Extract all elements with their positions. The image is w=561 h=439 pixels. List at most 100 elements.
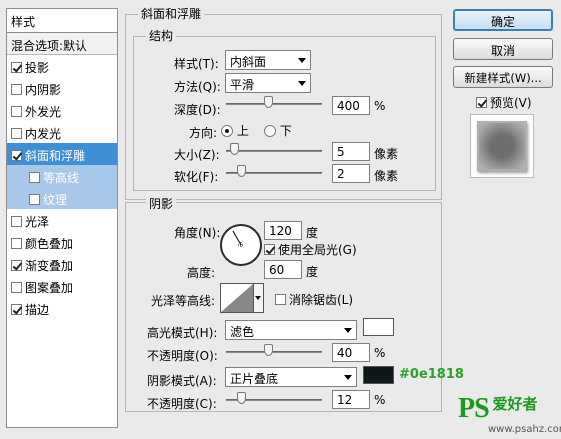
style-item-6[interactable]: 纹理 bbox=[7, 187, 117, 209]
direction-up-label: 上 bbox=[236, 124, 249, 138]
checkbox-icon[interactable] bbox=[11, 84, 22, 95]
depth-slider[interactable] bbox=[226, 103, 322, 105]
style-item-label: 外发光 bbox=[25, 105, 62, 119]
direction-up-radio[interactable]: 上 bbox=[221, 122, 249, 139]
checkbox-icon[interactable] bbox=[11, 216, 22, 227]
checkbox-icon[interactable] bbox=[11, 238, 22, 249]
highlight-opacity-slider[interactable] bbox=[226, 351, 322, 353]
global-light-checkbox[interactable]: 使用全局光(G) bbox=[264, 241, 357, 258]
angle-input[interactable]: 120 bbox=[264, 221, 302, 240]
antialiased-checkbox[interactable]: 消除锯齿(L) bbox=[275, 291, 353, 308]
altitude-unit: 度 bbox=[306, 265, 319, 279]
style-label: 样式(T): bbox=[174, 57, 219, 71]
style-item-label: 图案叠加 bbox=[25, 281, 74, 295]
style-preview-thumbnail bbox=[470, 114, 534, 178]
altitude-label: 高度: bbox=[187, 266, 216, 280]
technique-label: 方法(Q): bbox=[174, 80, 221, 94]
preview-checkbox[interactable]: 预览(V) bbox=[476, 94, 532, 111]
style-item-5[interactable]: 等高线 bbox=[7, 165, 117, 187]
style-item-1[interactable]: 内阴影 bbox=[7, 77, 117, 99]
style-item-8[interactable]: 颜色叠加 bbox=[7, 231, 117, 253]
style-item-7[interactable]: 光泽 bbox=[7, 209, 117, 231]
style-item-10[interactable]: 图案叠加 bbox=[7, 275, 117, 297]
checkbox-icon[interactable] bbox=[11, 282, 22, 293]
structure-title: 结构 bbox=[146, 27, 177, 44]
shading-title: 阴影 bbox=[146, 195, 177, 212]
altitude-input[interactable]: 60 bbox=[264, 260, 302, 279]
checkbox-checked-icon[interactable] bbox=[11, 150, 22, 161]
angle-dial[interactable] bbox=[220, 224, 262, 266]
checkbox-icon[interactable] bbox=[29, 194, 40, 205]
highlight-opacity-input[interactable]: 40 bbox=[332, 343, 370, 362]
contour-curve-icon bbox=[221, 284, 253, 312]
style-item-label: 纹理 bbox=[43, 193, 68, 207]
style-item-label: 颜色叠加 bbox=[25, 237, 74, 251]
depth-label: 深度(D): bbox=[174, 103, 221, 117]
shadow-opacity-input[interactable]: 12 bbox=[332, 390, 370, 409]
checkbox-checked-icon[interactable] bbox=[11, 62, 22, 73]
styles-title[interactable]: 样式 bbox=[7, 9, 117, 33]
style-item-11[interactable]: 描边 bbox=[7, 297, 117, 319]
soften-unit: 像素 bbox=[374, 169, 399, 183]
style-item-label: 内阴影 bbox=[25, 83, 62, 97]
checkbox-checked-icon bbox=[476, 97, 487, 108]
highlight-color-swatch[interactable] bbox=[363, 318, 394, 336]
gloss-contour-dropdown[interactable] bbox=[254, 283, 264, 313]
style-select-value: 内斜面 bbox=[230, 55, 267, 69]
checkbox-checked-icon bbox=[264, 244, 275, 255]
highlight-mode-label: 高光模式(H): bbox=[147, 326, 218, 340]
direction-down-radio[interactable]: 下 bbox=[264, 122, 292, 139]
bevel-group-title: 斜面和浮雕 bbox=[138, 5, 205, 22]
ok-button[interactable]: 确定 bbox=[453, 9, 553, 31]
style-item-label: 光泽 bbox=[25, 215, 50, 229]
cancel-button[interactable]: 取消 bbox=[453, 38, 553, 60]
shadow-mode-select[interactable]: 正片叠底 bbox=[225, 367, 357, 387]
style-item-2[interactable]: 外发光 bbox=[7, 99, 117, 121]
styles-list-panel: 样式 混合选项:默认 投影内阴影外发光内发光斜面和浮雕 等高线纹理光泽颜色叠加渐变… bbox=[6, 8, 118, 428]
shadow-mode-label: 阴影模式(A): bbox=[147, 374, 217, 388]
chevron-down-icon bbox=[255, 296, 261, 300]
watermark-ps: PS bbox=[458, 393, 490, 424]
blending-options-item[interactable]: 混合选项:默认 bbox=[7, 33, 117, 55]
watermark-url: www.psahz.com bbox=[488, 424, 561, 435]
checkbox-checked-icon[interactable] bbox=[11, 260, 22, 271]
new-style-button[interactable]: 新建样式(W)... bbox=[453, 66, 553, 88]
size-input[interactable]: 5 bbox=[332, 142, 370, 161]
gloss-contour-preview[interactable] bbox=[220, 283, 254, 313]
soften-slider-thumb[interactable] bbox=[237, 165, 247, 177]
highlight-opacity-unit: % bbox=[374, 346, 386, 360]
soften-input[interactable]: 2 bbox=[332, 164, 370, 183]
radio-icon bbox=[264, 125, 276, 137]
style-item-4[interactable]: 斜面和浮雕 bbox=[7, 143, 117, 165]
checkbox-icon bbox=[275, 294, 286, 305]
chevron-down-icon bbox=[344, 375, 352, 380]
watermark-brand: 爱好者 bbox=[492, 395, 538, 413]
style-item-3[interactable]: 内发光 bbox=[7, 121, 117, 143]
style-item-label: 内发光 bbox=[25, 127, 62, 141]
highlight-mode-value: 滤色 bbox=[230, 325, 255, 339]
checkbox-icon[interactable] bbox=[11, 106, 22, 117]
style-item-9[interactable]: 渐变叠加 bbox=[7, 253, 117, 275]
depth-slider-thumb[interactable] bbox=[263, 96, 273, 108]
style-item-label: 投影 bbox=[25, 61, 50, 75]
highlight-opacity-slider-thumb[interactable] bbox=[263, 344, 273, 356]
checkbox-icon[interactable] bbox=[11, 128, 22, 139]
chevron-down-icon bbox=[298, 81, 306, 86]
style-item-0[interactable]: 投影 bbox=[7, 55, 117, 77]
style-item-label: 渐变叠加 bbox=[25, 259, 74, 273]
shadow-color-swatch[interactable] bbox=[363, 366, 394, 384]
style-item-label: 描边 bbox=[25, 303, 50, 317]
shadow-opacity-slider-thumb[interactable] bbox=[237, 392, 247, 404]
technique-select[interactable]: 平滑 bbox=[225, 73, 311, 93]
checkbox-icon[interactable] bbox=[29, 172, 40, 183]
depth-unit: % bbox=[374, 99, 386, 113]
angle-label: 角度(N): bbox=[174, 226, 221, 240]
technique-select-value: 平滑 bbox=[230, 78, 255, 92]
chevron-down-icon bbox=[344, 328, 352, 333]
antialiased-label: 消除锯齿(L) bbox=[289, 293, 354, 307]
highlight-mode-select[interactable]: 滤色 bbox=[225, 320, 357, 340]
depth-input[interactable]: 400 bbox=[332, 96, 370, 115]
size-slider[interactable] bbox=[226, 150, 322, 152]
checkbox-checked-icon[interactable] bbox=[11, 304, 22, 315]
style-select[interactable]: 内斜面 bbox=[225, 50, 311, 70]
